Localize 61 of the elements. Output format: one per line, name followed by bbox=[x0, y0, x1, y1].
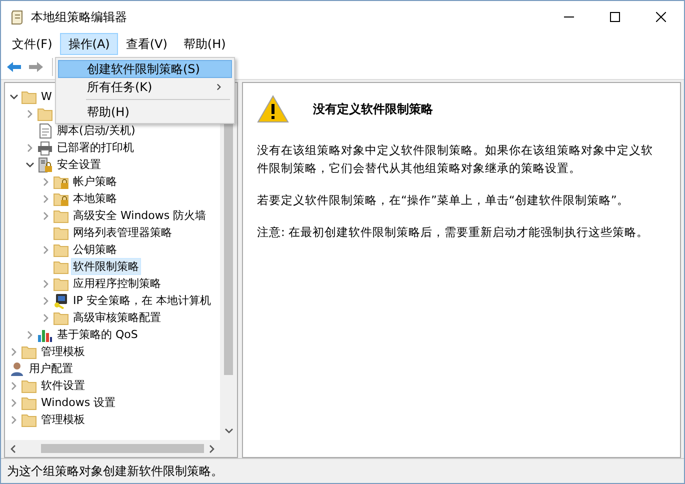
document-icon bbox=[37, 122, 53, 138]
tree-item[interactable]: 高级安全 Windows 防火墙 bbox=[71, 207, 208, 224]
menu-option[interactable]: 创建软件限制策略(S) bbox=[58, 60, 232, 78]
tree-item[interactable]: IP 安全策略，在 本地计算机 bbox=[71, 292, 213, 309]
window-title: 本地组策略编辑器 bbox=[31, 8, 127, 26]
tree-item[interactable]: 帐户策略 bbox=[71, 173, 119, 190]
folder-icon bbox=[53, 224, 69, 240]
tree-item[interactable]: 已部署的打印机 bbox=[55, 139, 136, 156]
status-text: 为这个组策略对象创建新软件限制策略。 bbox=[7, 462, 223, 480]
horizontal-scrollbar[interactable] bbox=[5, 440, 237, 457]
paragraph: 没有在该组策略对象中定义软件限制策略。如果你在该组策略对象中定义软件限制策略，它们会替代从其他组策略对象继承的策略设置。 bbox=[257, 142, 654, 177]
maximize-icon bbox=[610, 12, 620, 22]
folder-icon bbox=[53, 208, 69, 224]
tree-item[interactable]: 用户配置 bbox=[27, 360, 75, 377]
menu-item[interactable]: 帮助(H) bbox=[175, 33, 234, 55]
tree-item[interactable]: 管理模板 bbox=[39, 343, 87, 360]
menu-option[interactable]: 所有任务(K) bbox=[58, 78, 232, 96]
scroll-down-icon[interactable] bbox=[224, 426, 234, 436]
folder-icon bbox=[53, 310, 69, 326]
folder-icon bbox=[21, 378, 37, 394]
tree-item[interactable]: 安全设置 bbox=[55, 156, 103, 173]
tree-item[interactable]: 软件限制策略 bbox=[71, 258, 141, 275]
tree-item[interactable]: 基于策略的 QoS bbox=[55, 326, 140, 343]
tree-item[interactable]: 网络列表管理器策略 bbox=[71, 224, 174, 241]
tree-item[interactable]: 公钥策略 bbox=[71, 241, 119, 258]
folder-icon bbox=[53, 242, 69, 258]
user-icon bbox=[9, 360, 25, 376]
scroll-icon bbox=[9, 9, 25, 25]
paragraph: 注意: 在最初创建软件限制策略后，需要重新启动才能强制执行这些策略。 bbox=[257, 224, 650, 241]
menu-item[interactable]: 文件(F) bbox=[4, 33, 60, 55]
folder-icon bbox=[21, 344, 37, 360]
scroll-left-icon[interactable] bbox=[8, 444, 18, 454]
locked-folder-icon bbox=[53, 174, 69, 190]
server-lock-icon bbox=[37, 156, 53, 172]
tree-item[interactable]: 软件设置 bbox=[39, 377, 87, 394]
back-arrow-icon bbox=[6, 61, 22, 73]
forward-arrow-icon bbox=[28, 61, 44, 73]
scroll-right-icon[interactable] bbox=[207, 444, 217, 454]
folder-icon bbox=[21, 412, 37, 428]
tree-item[interactable]: 脚本(启动/关机) bbox=[55, 122, 138, 139]
heading: 没有定义软件限制策略 bbox=[313, 100, 433, 118]
tree-item[interactable]: 管理模板 bbox=[39, 411, 87, 428]
tree-item[interactable]: 应用程序控制策略 bbox=[71, 275, 163, 292]
printer-icon bbox=[37, 140, 53, 156]
menu-item[interactable]: 查看(V) bbox=[118, 33, 176, 55]
folder-icon bbox=[21, 394, 37, 410]
tree-item[interactable]: 高级审核策略配置 bbox=[71, 309, 163, 326]
folder-icon bbox=[37, 106, 53, 122]
paragraph: 若要定义软件限制策略，在“操作”菜单上，单击“创建软件限制策略”。 bbox=[257, 192, 630, 209]
locked-folder-icon bbox=[53, 190, 69, 206]
close-icon bbox=[656, 12, 666, 22]
computer-key-icon bbox=[53, 292, 69, 308]
menu-option[interactable]: 帮助(H) bbox=[58, 103, 232, 121]
folder-icon bbox=[21, 88, 37, 104]
tree-item[interactable]: Windows 设置 bbox=[39, 394, 118, 411]
menu-item[interactable]: 操作(A) bbox=[60, 33, 118, 55]
tree-item[interactable]: W bbox=[39, 89, 54, 104]
folder-icon bbox=[53, 276, 69, 292]
folder-icon bbox=[53, 258, 69, 274]
tree-item[interactable]: 本地策略 bbox=[71, 190, 119, 207]
warning-icon bbox=[257, 95, 289, 123]
